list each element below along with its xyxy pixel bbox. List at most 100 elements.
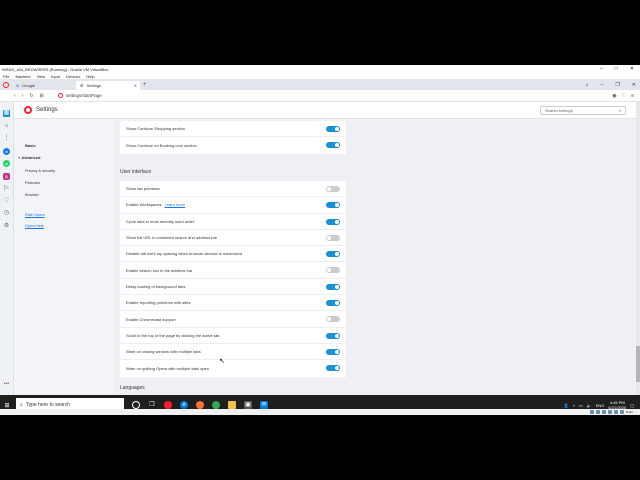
shared-folder-status-icon[interactable] <box>614 410 618 414</box>
more-icon[interactable]: ••• <box>4 381 9 387</box>
nav-privacy[interactable]: Privacy & security <box>25 169 55 173</box>
menu-file[interactable]: File <box>3 74 9 79</box>
store-icon[interactable]: ▣ <box>244 401 252 409</box>
easy-setup-icon[interactable]: ≡ <box>631 93 634 99</box>
toggle-chromecast[interactable] <box>326 316 340 323</box>
toggle-delay-loading[interactable] <box>326 283 340 290</box>
notifications-icon[interactable]: ▢ <box>630 403 634 408</box>
search-icon: ⌕ <box>618 107 621 113</box>
setting-row: Enable reporting problems with sites <box>120 295 346 312</box>
toggle-workspaces[interactable] <box>326 202 340 209</box>
opera-menu-button[interactable] <box>0 80 12 90</box>
task-view-icon[interactable]: ❐ <box>148 401 156 409</box>
close-tab-icon[interactable]: ✕ <box>134 83 137 88</box>
menu-input[interactable]: Input <box>51 74 60 79</box>
history-icon[interactable]: ◷ <box>3 210 10 217</box>
tray-up-icon[interactable]: ˄ <box>573 403 575 408</box>
nav-basic[interactable]: Basic <box>25 143 36 148</box>
mouse-cursor-icon: ↖ <box>219 358 225 365</box>
toggle-search-box[interactable] <box>326 267 340 274</box>
setting-row: Warn on quitting Opera with multiple tab… <box>120 360 346 376</box>
menu-devices[interactable]: Devices <box>66 74 80 79</box>
toggle-continue-shopping[interactable] <box>326 126 340 132</box>
speed-dial-sidebar-icon[interactable]: ▦ <box>3 110 10 117</box>
scrollbar-thumb[interactable] <box>636 346 640 382</box>
minimize-icon[interactable]: – <box>600 66 603 72</box>
disk-status-icon[interactable] <box>590 410 594 414</box>
language-indicator[interactable]: ENG <box>596 403 605 408</box>
volume-icon[interactable]: 🔈 <box>587 403 592 408</box>
toggle-cycle-tabs[interactable] <box>326 218 340 225</box>
cortana-icon[interactable] <box>132 401 140 409</box>
opera-help-link[interactable]: Opera help <box>25 224 44 228</box>
sidebar-settings-icon[interactable]: ⚙ <box>3 223 10 230</box>
menu-machine[interactable]: Machine <box>15 74 30 79</box>
rate-opera-link[interactable]: Rate Opera <box>25 213 45 217</box>
apps-icon[interactable]: ⋮ <box>3 135 10 142</box>
instagram-icon[interactable]: ◎ <box>3 172 10 180</box>
search-icon: ⌕ <box>20 402 23 408</box>
setting-row: Show tab previews <box>120 181 346 198</box>
chrome-icon[interactable] <box>212 401 220 409</box>
setting-row: Scroll to the top of the page by clickin… <box>120 328 346 344</box>
close-icon[interactable]: ✕ <box>630 66 634 72</box>
maximize-icon[interactable]: □ <box>615 66 618 72</box>
toggle-continue-booking[interactable] <box>326 142 340 149</box>
page-scrollbar[interactable] <box>636 102 640 395</box>
tab-google[interactable]: G Google <box>12 81 76 90</box>
menu-help[interactable]: Help <box>86 74 94 79</box>
optical-status-icon[interactable] <box>596 410 600 414</box>
speed-dial-icon[interactable]: ⊞ <box>40 93 44 99</box>
toggle-scroll-to-top[interactable] <box>326 332 340 339</box>
firefox-icon[interactable] <box>196 401 204 409</box>
url-text: settings/startPage <box>65 93 102 98</box>
whatsapp-icon[interactable]: w <box>3 160 10 167</box>
flow-icon[interactable]: ▷ <box>3 185 10 192</box>
favorites-icon[interactable]: ♡ <box>3 198 10 205</box>
camera-icon[interactable]: ◉ <box>612 93 616 99</box>
window-minimize-icon[interactable]: – <box>601 82 604 88</box>
opera-logo-icon <box>3 82 9 88</box>
toggle-tab-bar-spacing[interactable] <box>326 251 340 258</box>
window-restore-icon[interactable]: ❐ <box>615 82 619 88</box>
toggle-full-url[interactable] <box>326 234 340 241</box>
tab-settings[interactable]: ⚙ Settings ✕ <box>76 81 140 90</box>
menu-view[interactable]: View <box>37 74 46 79</box>
opera-page-icon <box>57 93 63 98</box>
settings-page: Settings Search settings ⌕ Basic ˄ Advan… <box>14 102 640 395</box>
usb-status-icon[interactable] <box>608 410 612 414</box>
setting-row: Enable Chromecast support <box>120 311 346 328</box>
google-icon: G <box>16 83 20 88</box>
edge-icon[interactable]: e <box>180 401 188 409</box>
toggle-warn-quitting[interactable] <box>326 365 340 372</box>
home-icon[interactable]: ⌂ <box>3 123 10 130</box>
toggle-reporting-problems[interactable] <box>326 300 340 307</box>
toggle-warn-closing[interactable] <box>326 348 340 355</box>
network-status-icon[interactable] <box>602 410 606 414</box>
toggle-tab-previews[interactable] <box>326 186 340 192</box>
new-tab-button[interactable]: + <box>143 81 147 90</box>
url-field[interactable]: settings/startPage <box>57 93 102 98</box>
mail-icon[interactable]: ✉ <box>260 401 268 409</box>
network-icon[interactable]: ▭ <box>579 403 583 408</box>
heart-icon[interactable]: ♡ <box>622 93 626 99</box>
nav-advanced[interactable]: ˄ Advanced <box>18 155 40 160</box>
back-icon[interactable]: ‹ <box>14 93 16 99</box>
user-interface-card: Show tab previews Enable Workspaces. Lear… <box>120 181 346 377</box>
tab-search-icon[interactable]: ⌕ <box>586 82 589 88</box>
nav-features[interactable]: Features <box>25 181 40 185</box>
forward-icon[interactable]: › <box>22 93 24 99</box>
messenger-icon[interactable]: m <box>3 147 10 155</box>
window-close-icon[interactable]: ✕ <box>632 82 636 88</box>
settings-nav: Basic ˄ Advanced Privacy & security Feat… <box>14 119 114 395</box>
file-explorer-icon[interactable] <box>228 401 236 409</box>
setting-row: Show Continue Shopping section <box>120 121 346 138</box>
nav-browser[interactable]: Browser <box>25 193 39 197</box>
search-settings-input[interactable]: Search settings ⌕ <box>540 105 626 115</box>
opera-taskbar-icon[interactable] <box>164 401 172 409</box>
user-interface-heading: User interface <box>120 169 152 175</box>
reload-icon[interactable]: ↻ <box>29 93 33 99</box>
learn-more-link[interactable]: Learn more <box>165 202 185 207</box>
people-icon[interactable]: 👤 <box>564 403 569 408</box>
display-status-icon[interactable] <box>620 410 624 414</box>
